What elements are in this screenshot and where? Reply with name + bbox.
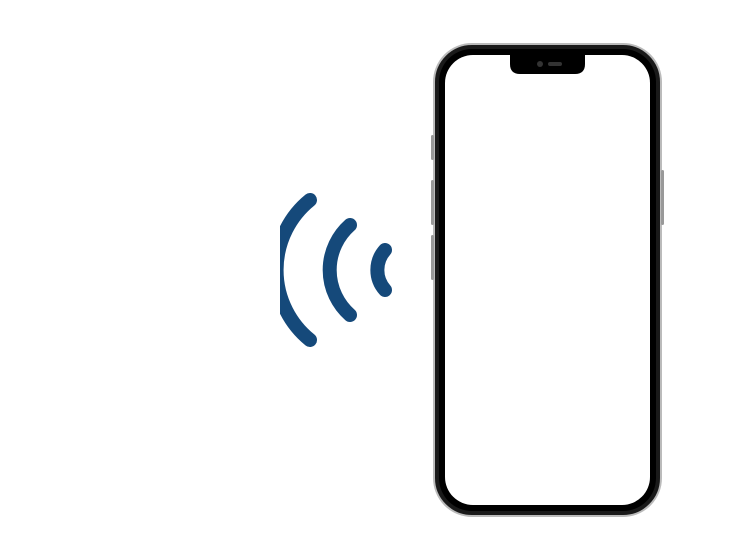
nfc-brand-bottom: SINNUP [92,240,166,260]
bracket-left-icon: 〈 [380,50,408,90]
smartphone-icon [430,40,665,520]
nfc-brand-top: NFC [90,202,168,244]
tag-label: TAG [105,105,149,128]
nfc-tag-card: NFC SINNUP [60,140,230,310]
nfc-waves-icon [280,180,420,360]
